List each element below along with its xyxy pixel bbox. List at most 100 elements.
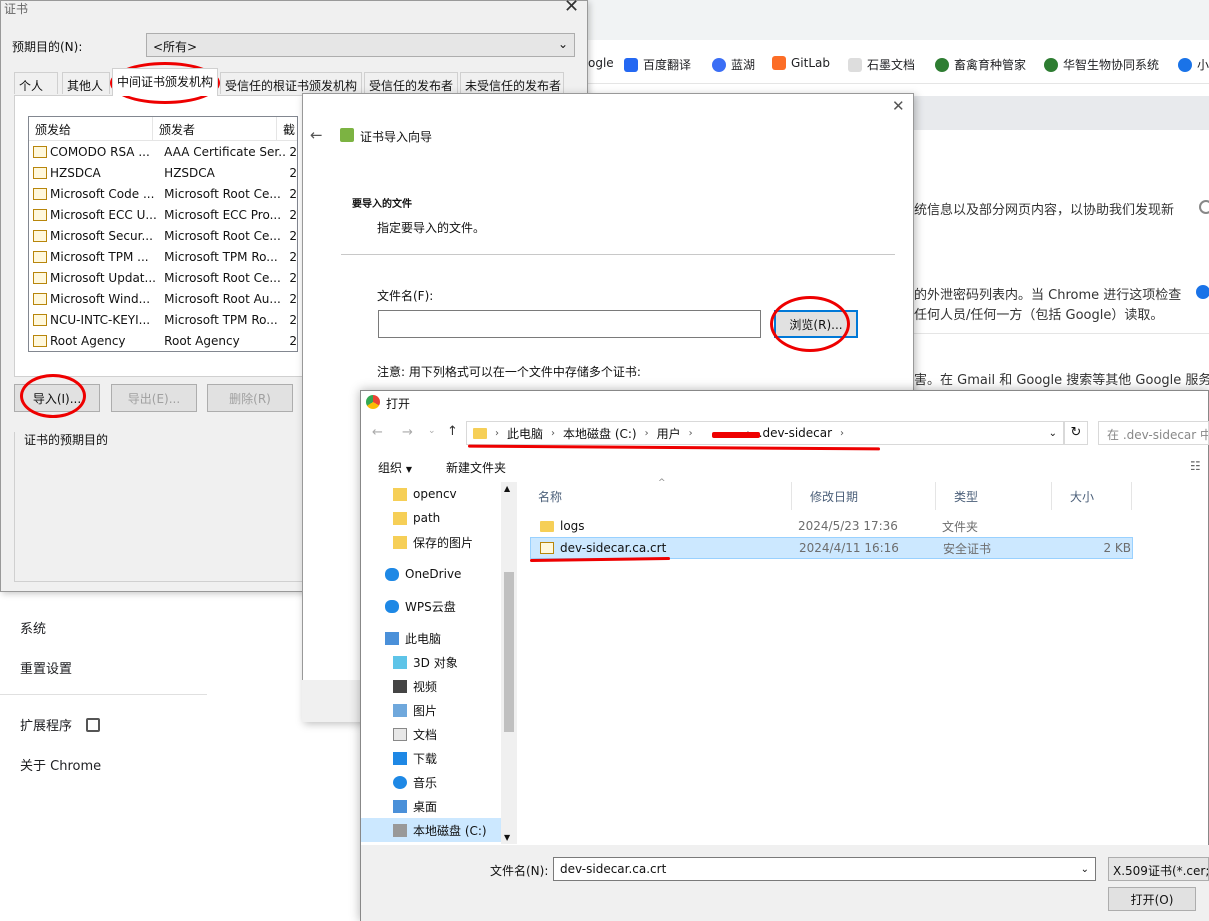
tab-trusted-root[interactable]: 受信任的根证书颁发机构 [220,72,362,94]
breadcrumb-this-pc[interactable]: 此电脑 [501,425,549,442]
view-options-icon[interactable]: ☷ [1190,459,1201,473]
certificate-icon [33,166,47,179]
forward-arrow-icon[interactable]: → [402,425,413,440]
up-arrow-icon[interactable]: ↑ [447,424,458,439]
back-arrow-icon[interactable]: ← [310,126,323,144]
sidebar-item-extensions[interactable]: 扩展程序 [20,715,101,734]
certificate-icon [33,271,47,284]
certificate-row[interactable]: HZSDCA HZSDCA 2 [29,162,297,183]
sidebar-item-about[interactable]: 关于 Chrome [20,755,101,774]
tree-item[interactable]: 音乐 [361,770,516,794]
tab-trusted-publishers[interactable]: 受信任的发布者 [364,72,458,94]
file-name-input[interactable] [378,310,761,338]
certificate-list[interactable]: 颁发给 颁发者 截 COMODO RSA ... AAA Certificate … [28,116,298,352]
file-type-filter[interactable]: X.509证书(*.cer;*. [1108,857,1209,881]
back-arrow-icon[interactable]: ← [372,425,383,440]
column-size[interactable]: 大小 [1052,482,1132,510]
refresh-icon[interactable]: ↻ [1064,421,1088,445]
tree-item[interactable]: opencv [361,482,516,506]
open-button[interactable]: 打开(O) [1108,887,1196,911]
tree-item[interactable]: 此电脑 [361,626,516,650]
issued-by: Microsoft Root Ce... [164,270,281,285]
column-issued-to[interactable]: 颁发给 [29,117,153,140]
tree-item[interactable]: OneDrive [361,562,516,586]
scroll-down-icon[interactable]: ▼ [504,833,510,842]
tab-personal[interactable]: 个人 [14,72,58,94]
chevron-down-icon[interactable]: ⌄ [1049,428,1063,439]
chevron-down-icon[interactable]: ⌄ [428,426,436,436]
certificate-row[interactable]: Microsoft Secur... Microsoft Root Ce... 2 [29,225,297,246]
column-expiry[interactable]: 截 [277,117,297,140]
toggle-switch[interactable] [1196,285,1209,299]
sidebar-item-system[interactable]: 系统 [20,618,46,637]
desktop-icon [393,799,407,813]
purpose-select[interactable]: <所有> ⌄ [146,33,575,57]
certificate-row[interactable]: Root Agency Root Agency 2 [29,330,297,351]
column-type[interactable]: 类型 [936,482,1052,510]
bookmark-shimo[interactable]: 石墨文档 [848,56,915,73]
bookmark-baidu-translate[interactable]: 百度翻译 [624,56,691,73]
bookmark-google[interactable]: ogle [588,56,614,70]
issued-by: Microsoft TPM Ro... [164,312,278,327]
tree-item[interactable]: 本地磁盘 (C:) [361,818,516,842]
close-icon[interactable]: ✕ [892,97,905,115]
file-type: 安全证书 [943,541,992,556]
dialog-title: 打开 [386,397,411,411]
search-input[interactable]: 在 .dev-sidecar 中 [1098,421,1209,445]
expiry: 2 [289,291,297,306]
address-bar[interactable]: › 此电脑 › 本地磁盘 (C:) › 用户 › › .dev-sidecar … [466,421,1064,445]
tree-item[interactable]: 保存的图片 [361,530,516,554]
certificate-row[interactable]: Microsoft Updat... Microsoft Root Ce... 2 [29,267,297,288]
tree-item[interactable]: 图片 [361,698,516,722]
bookmark-lanhu[interactable]: 蓝湖 [712,56,755,73]
file-row-selected[interactable]: dev-sidecar.ca.crt 2024/4/11 16:16 安全证书 … [530,537,1133,559]
tree-item-label: 视频 [413,679,438,694]
file-row[interactable]: logs 2024/5/23 17:36 文件夹 [530,515,1133,537]
new-folder-button[interactable]: 新建文件夹 [446,459,506,476]
tree-item[interactable]: 3D 对象 [361,650,516,674]
sidebar-item-reset[interactable]: 重置设置 [20,658,72,677]
breadcrumb-users[interactable]: 用户 [651,425,687,442]
export-button[interactable]: 导出(E)... [111,384,197,412]
divider [914,333,1209,334]
window-title: 证书 [4,2,29,16]
bookmark-huazhi[interactable]: 华智生物协同系统 [1044,56,1159,73]
scrollbar-thumb[interactable] [504,572,514,732]
tree-item[interactable]: 桌面 [361,794,516,818]
close-icon[interactable]: ✕ [564,0,579,17]
certificate-row[interactable]: Microsoft Code ... Microsoft Root Ce... 2 [29,183,297,204]
scroll-up-icon[interactable]: ▲ [504,484,510,493]
chevron-down-icon[interactable]: ⌄ [1081,864,1089,875]
tree-scrollbar[interactable]: ▲ ▼ [501,482,517,844]
divider [0,694,207,695]
bookmark-gitlab[interactable]: GitLab [772,56,830,70]
breadcrumb-c-drive[interactable]: 本地磁盘 (C:) [557,425,643,442]
tree-item[interactable]: 文档 [361,722,516,746]
tree-item[interactable]: WPS云盘 [361,594,516,618]
navigation-tree[interactable]: opencv path 保存的图片 OneDrive WPS云盘此电脑 3D 对象视频图片… [361,482,516,844]
tree-item-label: 此电脑 [405,631,442,646]
certificate-row[interactable]: NCU-INTC-KEYI... Microsoft TPM Ro... 2 [29,309,297,330]
delete-button[interactable]: 删除(R) [207,384,293,412]
toggle-switch[interactable] [1199,200,1209,214]
tab-untrusted-publishers[interactable]: 未受信任的发布者 [460,72,564,94]
bookmark-livestock[interactable]: 畜禽育种管家 [935,56,1026,73]
certificate-row[interactable]: Microsoft TPM ... Microsoft TPM Ro... 2 [29,246,297,267]
breadcrumb-dev-sidecar[interactable]: .dev-sidecar [753,426,838,440]
tree-item[interactable]: path [361,506,516,530]
tab-others[interactable]: 其他人 [62,72,110,94]
tree-item[interactable]: 下载 [361,746,516,770]
column-name[interactable]: 名称 [520,482,792,510]
column-issued-by[interactable]: 颁发者 [153,117,277,140]
filename-input[interactable]: dev-sidecar.ca.crt ⌄ [553,857,1096,881]
column-date[interactable]: 修改日期 [792,482,936,510]
organize-menu[interactable]: 组织 ▼ [378,459,412,476]
certificate-row[interactable]: COMODO RSA ... AAA Certificate Ser... 2 [29,141,297,162]
tree-item[interactable]: 视频 [361,674,516,698]
bookmark-xiao[interactable]: 小 [1178,56,1209,73]
tab-intermediate-ca[interactable]: 中间证书颁发机构 [112,68,218,96]
certificate-row[interactable]: Microsoft ECC U... Microsoft ECC Pro... 2 [29,204,297,225]
wizard-heading: 要导入的文件 [352,199,412,210]
certificate-row[interactable]: Microsoft Wind... Microsoft Root Au... 2 [29,288,297,309]
certificate-icon [33,334,47,347]
